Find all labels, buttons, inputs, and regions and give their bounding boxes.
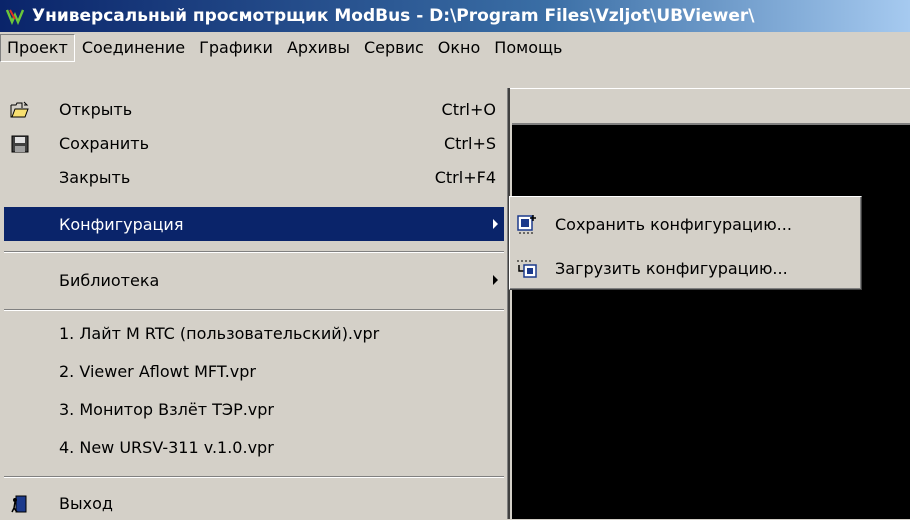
menu-item-save-config[interactable]: Сохранить конфигурацию... xyxy=(510,209,860,239)
menu-item-configuration-label: Конфигурация xyxy=(59,214,184,234)
menu-item-save[interactable]: Сохранить Ctrl+S xyxy=(4,126,504,160)
menu-connection[interactable]: Соединение xyxy=(75,34,192,62)
menu-graphs[interactable]: Графики xyxy=(192,34,280,62)
submenu-arrow-icon xyxy=(493,219,498,229)
recent-file-label: 2. Viewer Aflowt MFT.vpr xyxy=(59,361,256,381)
configuration-submenu: Сохранить конфигурацию... Загрузить конф… xyxy=(509,196,862,290)
menu-item-recent-4[interactable]: 4. New URSV-311 v.1.0.vpr xyxy=(4,430,504,464)
menu-item-close-shortcut: Ctrl+F4 xyxy=(434,167,496,187)
menu-project[interactable]: Проект xyxy=(0,34,75,62)
floppy-disk-icon xyxy=(11,135,29,153)
recent-file-label: 1. Лайт М RTC (пользовательский).vpr xyxy=(59,323,380,343)
client-area xyxy=(512,125,910,519)
recent-file-label: 3. Монитор Взлёт ТЭР.vpr xyxy=(59,399,274,419)
menu-archives[interactable]: Архивы xyxy=(280,34,357,62)
menu-bar: Проект Соединение Графики Архивы Сервис … xyxy=(0,32,910,64)
menu-separator xyxy=(4,476,504,478)
menu-window[interactable]: Окно xyxy=(431,34,488,62)
menu-separator xyxy=(4,309,504,311)
exit-icon xyxy=(11,495,27,513)
project-dropdown-menu: Открыть Ctrl+O Сохранить Ctrl+S Закрыть … xyxy=(0,88,510,519)
app-logo-icon xyxy=(6,9,24,25)
menu-separator xyxy=(4,251,504,253)
load-config-icon xyxy=(517,260,537,278)
menu-item-load-config-label: Загрузить конфигурацию... xyxy=(555,258,788,278)
menu-item-save-config-label: Сохранить конфигурацию... xyxy=(555,214,792,234)
menu-item-load-config[interactable]: Загрузить конфигурацию... xyxy=(510,253,860,283)
menu-item-close-label: Закрыть xyxy=(59,167,131,187)
menu-item-save-shortcut: Ctrl+S xyxy=(443,133,496,153)
menu-item-library[interactable]: Библиотека xyxy=(4,263,504,297)
menu-item-recent-3[interactable]: 3. Монитор Взлёт ТЭР.vpr xyxy=(4,392,504,426)
menu-item-exit-label: Выход xyxy=(59,493,113,513)
menu-item-recent-2[interactable]: 2. Viewer Aflowt MFT.vpr xyxy=(4,354,504,388)
menu-item-open-label: Открыть xyxy=(59,99,133,119)
menu-item-recent-1[interactable]: 1. Лайт М RTC (пользовательский).vpr xyxy=(4,316,504,350)
menu-item-open[interactable]: Открыть Ctrl+O xyxy=(4,92,504,126)
menu-item-library-label: Библиотека xyxy=(59,270,160,290)
menu-service[interactable]: Сервис xyxy=(357,34,431,62)
window-title: Универсальный просмотрщик ModBus - D:\Pr… xyxy=(32,6,755,26)
recent-file-label: 4. New URSV-311 v.1.0.vpr xyxy=(59,437,274,457)
menu-help[interactable]: Помощь xyxy=(487,34,569,62)
title-bar[interactable]: Универсальный просмотрщик ModBus - D:\Pr… xyxy=(0,0,910,32)
menu-item-close[interactable]: Закрыть Ctrl+F4 xyxy=(4,160,504,194)
save-config-icon xyxy=(517,215,536,234)
menu-item-open-shortcut: Ctrl+O xyxy=(441,99,496,119)
toolbar-strip xyxy=(512,99,910,125)
open-folder-icon xyxy=(10,101,29,118)
menu-item-configuration[interactable]: Конфигурация xyxy=(4,207,504,241)
submenu-arrow-icon xyxy=(493,275,498,285)
menu-item-exit[interactable]: Выход xyxy=(4,486,504,520)
menu-item-save-label: Сохранить xyxy=(59,133,149,153)
